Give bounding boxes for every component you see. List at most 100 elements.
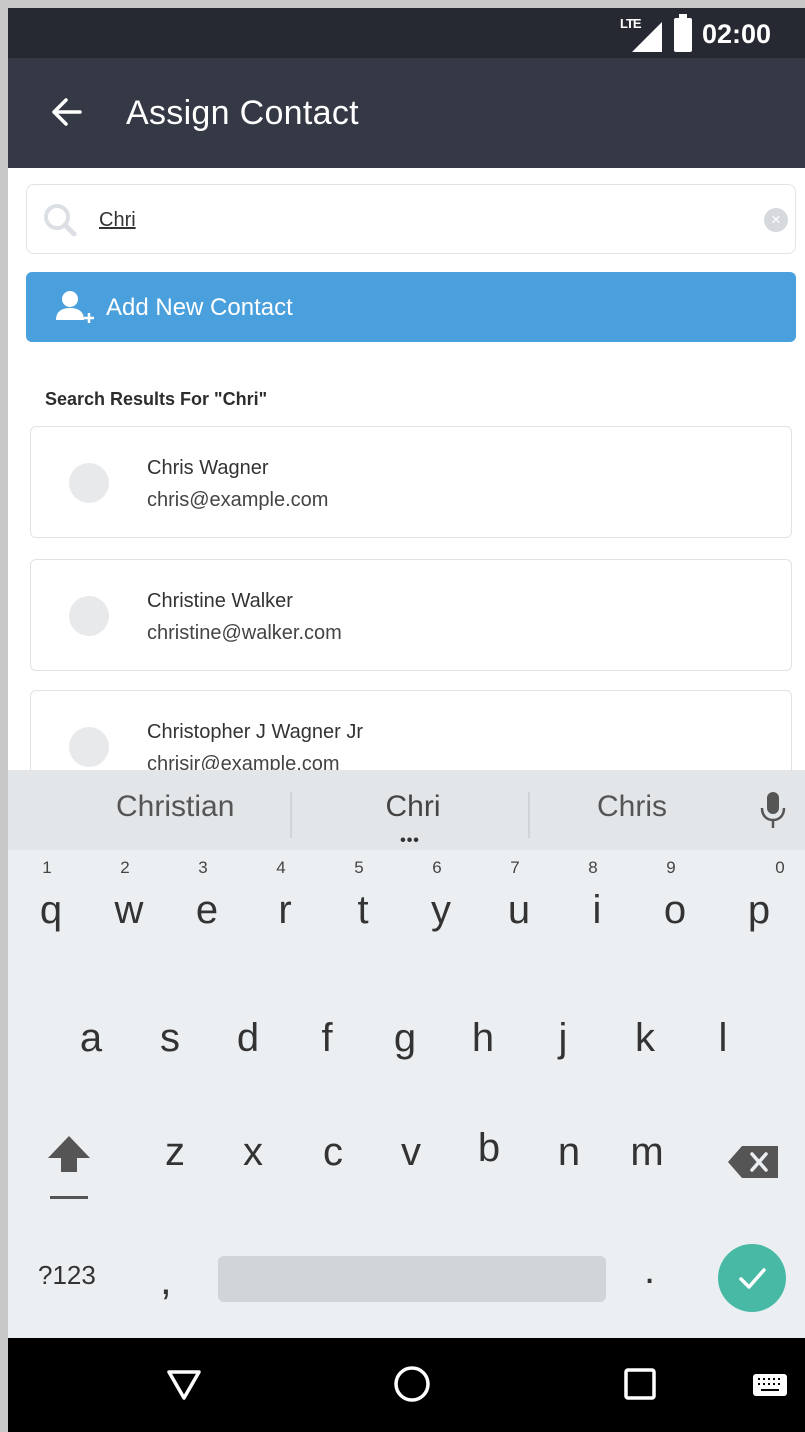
key-t[interactable]: 5t <box>324 850 402 946</box>
select-radio[interactable] <box>69 596 109 636</box>
battery-icon <box>674 14 692 52</box>
key-w-label: w <box>114 888 144 932</box>
key-u[interactable]: 7u <box>480 850 558 946</box>
nav-home-icon[interactable] <box>392 1364 432 1404</box>
key-y-label: y <box>431 888 451 932</box>
contact-result-item[interactable]: Christine Walker christine@walker.com <box>30 559 792 671</box>
microphone-icon[interactable] <box>760 790 786 830</box>
key-j-label: j <box>558 1016 568 1060</box>
contact-name: Christine Walker <box>147 590 293 612</box>
contact-result-item[interactable]: Chris Wagner chris@example.com <box>30 426 792 538</box>
key-x[interactable]: x <box>214 1130 292 1226</box>
shift-key[interactable] <box>34 1120 104 1210</box>
key-y[interactable]: 6y <box>402 850 480 946</box>
key-f[interactable]: f <box>288 1016 366 1112</box>
key-e-number: 3 <box>198 858 208 877</box>
key-w[interactable]: 2w <box>90 850 168 946</box>
key-k[interactable]: k <box>606 1016 684 1112</box>
add-person-icon <box>56 291 94 323</box>
key-u-label: u <box>507 888 531 932</box>
clear-search-button[interactable]: × <box>764 208 788 232</box>
backspace-key[interactable] <box>724 1132 784 1192</box>
phone-screen: LTE 02:00 Assign Contact × Add New Conta… <box>8 8 805 1432</box>
key-d-label: d <box>236 1016 260 1060</box>
key-v-label: v <box>401 1130 421 1174</box>
key-i-label: i <box>592 888 602 932</box>
select-radio[interactable] <box>69 463 109 503</box>
comma-key[interactable]: , <box>160 1256 172 1304</box>
key-n[interactable]: n <box>530 1130 608 1226</box>
period-key[interactable]: . <box>644 1248 655 1293</box>
key-t-label: t <box>357 888 369 932</box>
select-radio[interactable] <box>69 727 109 767</box>
key-b-label: b <box>477 1126 501 1170</box>
contact-email: chris@example.com <box>147 489 329 511</box>
key-v[interactable]: v <box>372 1130 450 1226</box>
key-w-number: 2 <box>120 858 130 877</box>
key-f-label: f <box>321 1016 333 1060</box>
key-a[interactable]: a <box>52 1016 130 1112</box>
key-d[interactable]: d <box>209 1016 287 1112</box>
key-a-label: a <box>79 1016 103 1060</box>
key-c[interactable]: c <box>294 1130 372 1226</box>
suggestion-left[interactable]: Christian <box>116 790 234 824</box>
key-g[interactable]: g <box>366 1016 444 1112</box>
key-p[interactable]: 0p <box>720 850 798 946</box>
key-u-number: 7 <box>510 858 520 877</box>
search-bar: × <box>26 184 796 254</box>
search-input[interactable] <box>99 203 699 237</box>
key-r[interactable]: 4r <box>246 850 324 946</box>
app-bar: Assign Contact <box>8 58 805 168</box>
key-k-label: k <box>635 1016 655 1060</box>
suggestion-center[interactable]: Chri <box>368 790 458 824</box>
key-m[interactable]: m <box>608 1130 686 1226</box>
key-p-number: 0 <box>775 858 785 877</box>
key-e-label: e <box>195 888 219 932</box>
keyboard-icon[interactable] <box>750 1364 790 1404</box>
done-key[interactable] <box>718 1244 786 1312</box>
arrow-back-icon[interactable] <box>48 94 84 130</box>
key-l[interactable]: l <box>684 1016 762 1112</box>
key-s[interactable]: s <box>131 1016 209 1112</box>
symbols-key[interactable]: ?123 <box>38 1260 96 1291</box>
suggestion-divider <box>290 792 292 838</box>
key-o[interactable]: 9o <box>636 850 714 946</box>
suggestion-right[interactable]: Chris <box>597 790 667 824</box>
clock: 02:00 <box>702 19 772 49</box>
key-t-number: 5 <box>354 858 364 877</box>
add-new-contact-label: Add New Contact <box>106 294 293 321</box>
key-e[interactable]: 3e <box>168 850 246 946</box>
key-z-label: z <box>165 1130 185 1174</box>
space-key[interactable] <box>218 1256 606 1302</box>
key-h-label: h <box>471 1016 495 1060</box>
contact-name: Christopher J Wagner Jr <box>147 721 363 743</box>
key-q[interactable]: 1q <box>12 850 90 946</box>
search-icon <box>44 204 77 237</box>
key-o-label: o <box>663 888 687 932</box>
add-new-contact-button[interactable]: Add New Contact <box>26 272 796 342</box>
nav-back-icon[interactable] <box>164 1364 204 1404</box>
key-s-label: s <box>160 1016 180 1060</box>
key-j[interactable]: j <box>524 1016 602 1112</box>
key-x-label: x <box>243 1130 263 1174</box>
backspace-icon <box>728 1146 778 1178</box>
suggestion-strip: Christian Chri ••• Chris <box>8 770 805 850</box>
key-i[interactable]: 8i <box>558 850 636 946</box>
key-o-number: 9 <box>666 858 676 877</box>
key-n-label: n <box>557 1130 581 1174</box>
contact-email: christine@walker.com <box>147 622 342 644</box>
key-h[interactable]: h <box>444 1016 522 1112</box>
nav-recents-icon[interactable] <box>620 1364 660 1404</box>
key-z[interactable]: z <box>136 1130 214 1226</box>
key-q-number: 1 <box>42 858 52 877</box>
key-b[interactable]: b <box>450 1126 528 1222</box>
on-screen-keyboard: Christian Chri ••• Chris 1q 2w 3e 4r 5t … <box>8 770 805 1338</box>
key-y-number: 6 <box>432 858 442 877</box>
key-q-label: q <box>39 888 63 932</box>
checkmark-icon <box>739 1268 766 1289</box>
signal-icon <box>632 22 662 52</box>
key-c-label: c <box>323 1130 343 1174</box>
system-nav-bar <box>8 1338 805 1432</box>
contact-name: Chris Wagner <box>147 457 269 479</box>
search-results-heading: Search Results For "Chri" <box>45 389 268 409</box>
